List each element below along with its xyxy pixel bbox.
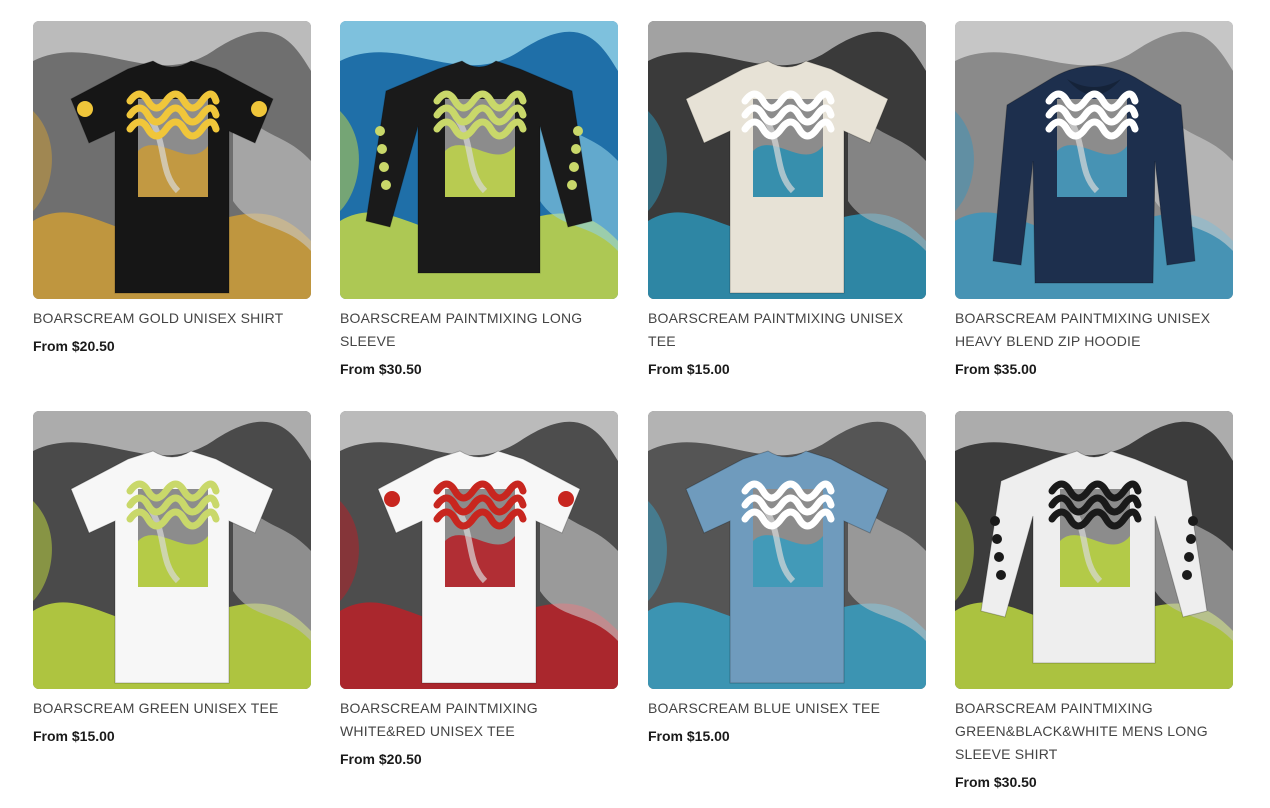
- product-price: From $20.50: [340, 751, 422, 767]
- product-card[interactable]: BOARSCREAM PAINTMIXING GREEN&BLACK&WHITE…: [955, 411, 1233, 791]
- product-title[interactable]: BOARSCREAM PAINTMIXING UNISEX TEE: [648, 299, 926, 353]
- product-price: From $15.00: [648, 361, 730, 377]
- product-price: From $30.50: [955, 774, 1037, 790]
- product-title[interactable]: BOARSCREAM BLUE UNISEX TEE: [648, 689, 926, 720]
- product-card[interactable]: BOARSCREAM PAINTMIXING WHITE&RED UNISEX …: [340, 411, 618, 768]
- product-photo: [340, 21, 618, 299]
- product-title[interactable]: BOARSCREAM PAINTMIXING GREEN&BLACK&WHITE…: [955, 689, 1233, 766]
- product-photo: [33, 21, 311, 299]
- product-photo: [648, 411, 926, 689]
- product-title[interactable]: BOARSCREAM PAINTMIXING WHITE&RED UNISEX …: [340, 689, 618, 743]
- product-image[interactable]: [648, 411, 926, 689]
- product-title[interactable]: BOARSCREAM PAINTMIXING LONG SLEEVE: [340, 299, 618, 353]
- product-price: From $20.50: [33, 338, 115, 354]
- product-card[interactable]: BOARSCREAM BLUE UNISEX TEE From $15.00: [648, 411, 926, 745]
- product-image[interactable]: [33, 21, 311, 299]
- product-photo: [955, 21, 1233, 299]
- product-title[interactable]: BOARSCREAM GREEN UNISEX TEE: [33, 689, 311, 720]
- product-title[interactable]: BOARSCREAM GOLD UNISEX SHIRT: [33, 299, 311, 330]
- product-price: From $35.00: [955, 361, 1037, 377]
- product-card[interactable]: BOARSCREAM PAINTMIXING UNISEX TEE From $…: [648, 21, 926, 378]
- product-photo: [648, 21, 926, 299]
- product-image[interactable]: [955, 21, 1233, 299]
- product-image[interactable]: [340, 411, 618, 689]
- product-grid: BOARSCREAM GOLD UNISEX SHIRT From $20.50…: [0, 0, 1270, 808]
- product-photo: [340, 411, 618, 689]
- product-image[interactable]: [340, 21, 618, 299]
- product-price: From $15.00: [648, 728, 730, 744]
- product-photo: [33, 411, 311, 689]
- product-card[interactable]: BOARSCREAM PAINTMIXING LONG SLEEVE From …: [340, 21, 618, 378]
- product-image[interactable]: [955, 411, 1233, 689]
- product-card[interactable]: BOARSCREAM GOLD UNISEX SHIRT From $20.50: [33, 21, 311, 355]
- product-card[interactable]: BOARSCREAM GREEN UNISEX TEE From $15.00: [33, 411, 311, 745]
- product-image[interactable]: [33, 411, 311, 689]
- product-image[interactable]: [648, 21, 926, 299]
- product-price: From $15.00: [33, 728, 115, 744]
- product-card[interactable]: BOARSCREAM PAINTMIXING UNISEX HEAVY BLEN…: [955, 21, 1233, 378]
- product-title[interactable]: BOARSCREAM PAINTMIXING UNISEX HEAVY BLEN…: [955, 299, 1233, 353]
- product-price: From $30.50: [340, 361, 422, 377]
- product-photo: [955, 411, 1233, 689]
